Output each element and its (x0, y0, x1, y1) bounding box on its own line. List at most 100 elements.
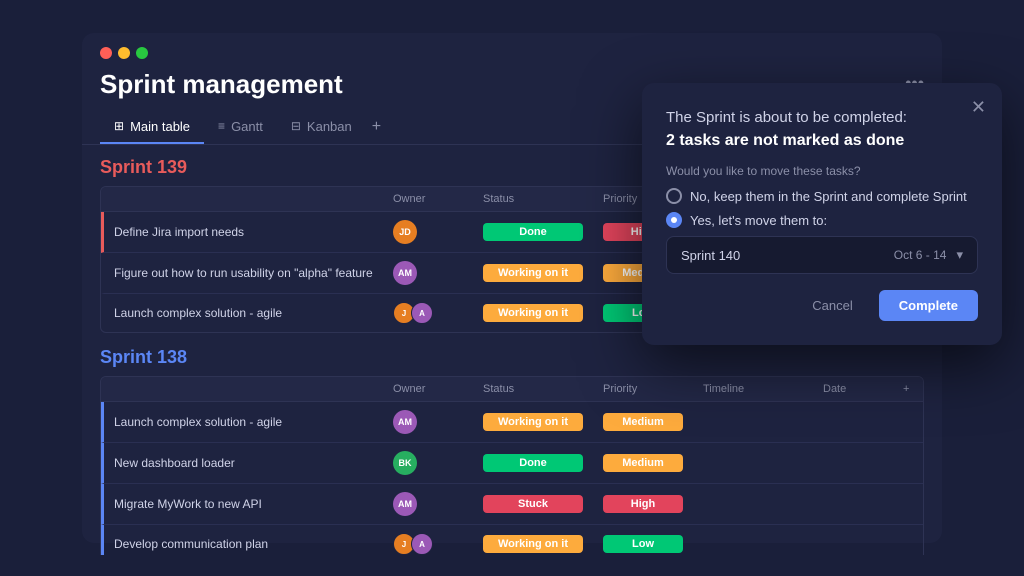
sprint-138-title: Sprint 138 (100, 347, 187, 368)
col-priority: Priority (593, 377, 693, 401)
tab-main-table[interactable]: ⊞ Main table (100, 111, 204, 144)
traffic-lights (100, 47, 924, 59)
task-date (813, 443, 893, 483)
task-name: Launch complex solution - agile (104, 402, 383, 442)
tab-gantt-label: Gantt (231, 119, 263, 134)
task-status[interactable]: Done (473, 443, 593, 483)
modal-close-button[interactable]: ✕ (971, 97, 986, 118)
tab-kanban-label: Kanban (307, 119, 352, 134)
modal-option-yes[interactable]: Yes, let's move them to: (666, 212, 978, 228)
modal-title: The Sprint is about to be completed: 2 t… (666, 107, 978, 152)
priority-badge: Low (603, 535, 683, 553)
status-badge: Stuck (483, 495, 583, 513)
row-add (893, 484, 923, 524)
chevron-down-icon: ▾ (956, 247, 963, 263)
sprint-dropdown-date: Oct 6 - 14 (894, 248, 947, 262)
task-status[interactable]: Working on it (473, 294, 593, 332)
task-priority[interactable]: High (593, 484, 693, 524)
task-name: Develop communication plan (104, 525, 383, 555)
radio-yes[interactable] (666, 212, 682, 228)
modal-option-no-label: No, keep them in the Sprint and complete… (690, 189, 967, 204)
task-priority[interactable]: Low (593, 525, 693, 555)
row-add (893, 402, 923, 442)
table-row: Migrate MyWork to new API AM Stuck High (101, 484, 923, 525)
avatar: BK (393, 451, 417, 475)
col-name (101, 187, 383, 211)
fullscreen-button[interactable] (136, 47, 148, 59)
sprint-dropdown[interactable]: Sprint 140 Oct 6 - 14 ▾ (666, 236, 978, 274)
sprint-dropdown-label: Sprint 140 (681, 248, 894, 263)
avatar: AM (393, 492, 417, 516)
task-name: New dashboard loader (104, 443, 383, 483)
task-owner: BK (383, 443, 473, 483)
task-status[interactable]: Done (473, 212, 593, 252)
modal-option-no[interactable]: No, keep them in the Sprint and complete… (666, 188, 978, 204)
task-timeline (693, 484, 813, 524)
task-owner: JD (383, 212, 473, 252)
table-row: Develop communication plan J A Working o… (101, 525, 923, 555)
col-owner: Owner (383, 377, 473, 401)
avatar: A (411, 533, 433, 555)
add-tab-button[interactable]: + (366, 110, 387, 144)
sprint-138-table-header: Owner Status Priority Timeline Date + (101, 377, 923, 402)
close-button[interactable] (100, 47, 112, 59)
row-add (893, 443, 923, 483)
app-window: Sprint management ••• ⊞ Main table ≡ Gan… (82, 33, 942, 543)
task-status[interactable]: Stuck (473, 484, 593, 524)
task-owner: AM (383, 253, 473, 293)
col-timeline: Timeline (693, 377, 813, 401)
status-badge: Working on it (483, 535, 583, 553)
priority-badge: High (603, 495, 683, 513)
status-badge: Done (483, 223, 583, 241)
table-row: New dashboard loader BK Done Medium (101, 443, 923, 484)
task-name: Launch complex solution - agile (104, 294, 383, 332)
avatar: AM (393, 410, 417, 434)
modal-subtitle: Would you like to move these tasks? (666, 164, 978, 178)
cancel-button[interactable]: Cancel (796, 290, 868, 321)
col-date: Date (813, 377, 893, 401)
col-add[interactable]: + (893, 377, 923, 401)
sprint-139-title: Sprint 139 (100, 157, 187, 178)
tab-main-table-label: Main table (130, 119, 190, 134)
task-status[interactable]: Working on it (473, 525, 593, 555)
task-owner: J A (383, 294, 473, 332)
complete-button[interactable]: Complete (879, 290, 978, 321)
sprint-138-table: Owner Status Priority Timeline Date + La… (100, 376, 924, 555)
task-priority[interactable]: Medium (593, 443, 693, 483)
task-owner: J A (383, 525, 473, 555)
modal-title-bold: 2 tasks are not marked as done (666, 130, 978, 152)
multi-avatar: J A (393, 302, 433, 324)
status-badge: Working on it (483, 264, 583, 282)
task-date (813, 402, 893, 442)
minimize-button[interactable] (118, 47, 130, 59)
status-badge: Done (483, 454, 583, 472)
modal-title-prefix: The Sprint is about to be completed: (666, 109, 907, 126)
task-owner: AM (383, 484, 473, 524)
complete-sprint-modal: ✕ The Sprint is about to be completed: 2… (642, 83, 1002, 345)
task-name: Figure out how to run usability on "alph… (104, 253, 383, 293)
task-priority[interactable]: Medium (593, 402, 693, 442)
task-timeline (693, 443, 813, 483)
status-badge: Working on it (483, 413, 583, 431)
row-add (893, 525, 923, 555)
multi-avatar: J A (393, 533, 433, 555)
main-table-icon: ⊞ (114, 119, 124, 133)
task-date (813, 525, 893, 555)
avatar: A (411, 302, 433, 324)
col-owner: Owner (383, 187, 473, 211)
priority-badge: Medium (603, 454, 683, 472)
task-timeline (693, 525, 813, 555)
task-owner: AM (383, 402, 473, 442)
task-date (813, 484, 893, 524)
modal-footer: Cancel Complete (666, 290, 978, 321)
task-status[interactable]: Working on it (473, 402, 593, 442)
col-status: Status (473, 187, 593, 211)
tab-gantt[interactable]: ≡ Gantt (204, 111, 277, 144)
task-name: Migrate MyWork to new API (104, 484, 383, 524)
tab-kanban[interactable]: ⊟ Kanban (277, 111, 366, 144)
task-name: Define Jira import needs (104, 212, 383, 252)
avatar: AM (393, 261, 417, 285)
gantt-icon: ≡ (218, 119, 225, 133)
task-status[interactable]: Working on it (473, 253, 593, 293)
radio-no[interactable] (666, 188, 682, 204)
